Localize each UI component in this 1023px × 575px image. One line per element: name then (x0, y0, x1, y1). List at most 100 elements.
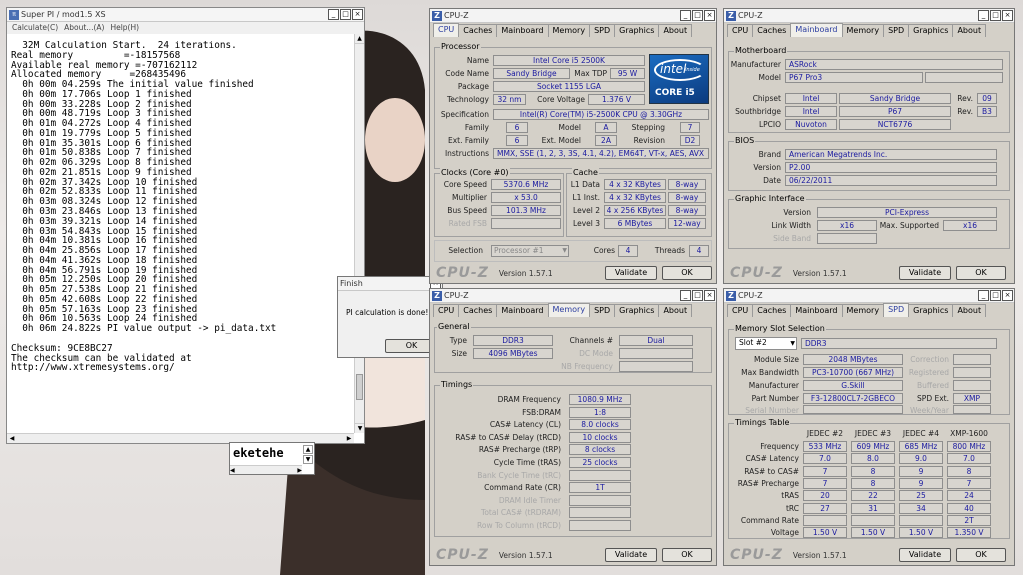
mini-text: eketehe (233, 446, 284, 460)
cpuz-titlebar[interactable]: Z CPU-Z _ □ × (430, 9, 716, 23)
max-bandwidth-value: PC3-10700 (667 MHz) (803, 367, 903, 378)
superpi-titlebar[interactable]: π Super PI / mod1.5 XS _ □ × (7, 8, 364, 22)
tab-about[interactable]: About (658, 24, 693, 37)
minimize-button[interactable]: _ (680, 290, 691, 301)
minimize-button[interactable]: _ (680, 10, 691, 21)
timing-label: DRAM Idle Timer (498, 495, 561, 505)
tab-graphics[interactable]: Graphics (614, 24, 660, 37)
tab-spd[interactable]: SPD (883, 24, 910, 37)
tab-graphics[interactable]: Graphics (908, 24, 954, 37)
maximize-button[interactable]: □ (990, 10, 1001, 21)
tab-cpu[interactable]: CPU (433, 23, 460, 37)
cpuz-titlebar[interactable]: Z CPU-Z _ □ × (430, 289, 716, 303)
validate-button[interactable]: Validate (899, 548, 951, 562)
tab-spd[interactable]: SPD (883, 303, 910, 317)
cpuz-title: CPU-Z (444, 291, 469, 300)
tab-cpu[interactable]: CPU (433, 304, 460, 317)
ok-button[interactable]: OK (956, 266, 1006, 280)
maximize-button[interactable]: □ (340, 9, 351, 20)
maximize-button[interactable]: □ (692, 10, 703, 21)
tab-graphics[interactable]: Graphics (908, 304, 954, 317)
southbridge-vendor: Intel (785, 106, 837, 117)
mini-scroll-up[interactable]: ▲ (303, 445, 313, 454)
tab-spd[interactable]: SPD (589, 24, 616, 37)
l1data-label: L1 Data (570, 180, 600, 189)
mini-hscroll[interactable]: ◀ ▶ (230, 465, 302, 474)
scroll-up-arrow[interactable]: ▲ (355, 34, 364, 44)
minimize-button[interactable]: _ (978, 10, 989, 21)
tab-caches[interactable]: Caches (752, 304, 792, 317)
menu-about[interactable]: About...(A) (64, 22, 104, 34)
close-button[interactable]: × (704, 290, 715, 301)
processor-select[interactable]: Processor #1 ▼ (491, 245, 569, 257)
mini-scroll-down[interactable]: ▼ (303, 455, 313, 464)
timing-label: FSB:DRAM (522, 407, 561, 417)
tab-caches[interactable]: Caches (458, 24, 498, 37)
menu-help[interactable]: Help(H) (110, 22, 139, 34)
l1inst-value: 4 x 32 KBytes (604, 192, 666, 203)
instructions-value: MMX, SSE (1, 2, 3, 3S, 4.1, 4.2), EM64T,… (493, 148, 709, 159)
tab-caches[interactable]: Caches (752, 24, 792, 37)
validate-button[interactable]: Validate (899, 266, 951, 280)
ok-button[interactable]: OK (662, 266, 712, 280)
superpi-title: Super PI / mod1.5 XS (21, 10, 106, 19)
validate-button[interactable]: Validate (605, 266, 657, 280)
menu-calculate[interactable]: Calculate(C) (12, 22, 58, 34)
cpuz-titlebar[interactable]: Z CPU-Z _ □ × (724, 9, 1014, 23)
registered-label: Registered (908, 368, 949, 377)
ok-button[interactable]: OK (662, 548, 712, 562)
processor-panel: Processor Name Intel Core i5 2500K Code … (434, 42, 712, 169)
tab-memory[interactable]: Memory (547, 24, 591, 37)
scroll-thumb[interactable] (356, 374, 363, 400)
tab-graphics[interactable]: Graphics (614, 304, 660, 317)
timings-cell (803, 514, 847, 526)
ok-button[interactable]: OK (956, 548, 1006, 562)
tab-about[interactable]: About (952, 304, 987, 317)
maximize-button[interactable]: □ (990, 290, 1001, 301)
close-button[interactable]: × (352, 9, 363, 20)
tab-mainboard[interactable]: Mainboard (790, 23, 843, 37)
specification-value: Intel(R) Core(TM) i5-2500K CPU @ 3.30GHz (493, 109, 709, 120)
minimize-button[interactable]: _ (328, 9, 339, 20)
tab-cpu[interactable]: CPU (727, 24, 754, 37)
timings-column-header: JEDEC #4 (902, 429, 940, 438)
l1data-value: 4 x 32 KBytes (604, 179, 666, 190)
slot-select-value: Slot #2 (739, 338, 767, 347)
tab-mainboard[interactable]: Mainboard (496, 304, 549, 317)
close-button[interactable]: × (1002, 10, 1013, 21)
close-button[interactable]: × (1002, 290, 1013, 301)
size-value: 4096 MBytes (473, 348, 553, 359)
cpuz-app-icon: Z (726, 10, 736, 21)
tab-about[interactable]: About (658, 304, 693, 317)
timings-row-label: Command Rate (740, 515, 799, 525)
close-button[interactable]: × (704, 10, 715, 21)
finish-titlebar[interactable]: Finish × (338, 277, 442, 291)
bios-panel: BIOS Brand American Megatrends Inc. Vers… (728, 136, 1010, 191)
validate-button[interactable]: Validate (605, 548, 657, 562)
tab-memory[interactable]: Memory (841, 24, 885, 37)
timings-cell: 1.50 V (899, 527, 943, 539)
graphic-interface-group-label: Graphic Interface (734, 194, 806, 203)
vertical-scrollbar[interactable]: ▲ ▼ (354, 34, 364, 433)
slot-select[interactable]: Slot #2 ▼ (735, 337, 797, 350)
spd-ext-value: XMP (953, 393, 991, 404)
scroll-down-arrow[interactable]: ▼ (355, 423, 364, 433)
module-size-label: Module Size (753, 355, 799, 364)
cpuz-titlebar[interactable]: Z CPU-Z _ □ × (724, 289, 1014, 303)
tab-caches[interactable]: Caches (458, 304, 498, 317)
tab-memory[interactable]: Memory (547, 303, 591, 317)
tab-mainboard[interactable]: Mainboard (496, 24, 549, 37)
tab-spd[interactable]: SPD (589, 304, 616, 317)
maximize-button[interactable]: □ (692, 290, 703, 301)
scroll-right-arrow[interactable]: ▶ (344, 434, 354, 443)
selection-panel: Selection Processor #1 ▼ Cores 4 Threads… (434, 240, 712, 262)
tab-mainboard[interactable]: Mainboard (790, 304, 843, 317)
spd-manufacturer-label: Manufacturer (748, 381, 799, 390)
tab-memory[interactable]: Memory (841, 304, 885, 317)
bios-brand-label: Brand (758, 150, 781, 159)
tab-about[interactable]: About (952, 24, 987, 37)
minimize-button[interactable]: _ (978, 290, 989, 301)
core-i5-badge: CORE i5 (655, 88, 695, 98)
scroll-left-arrow[interactable]: ◀ (7, 434, 17, 443)
tab-cpu[interactable]: CPU (727, 304, 754, 317)
